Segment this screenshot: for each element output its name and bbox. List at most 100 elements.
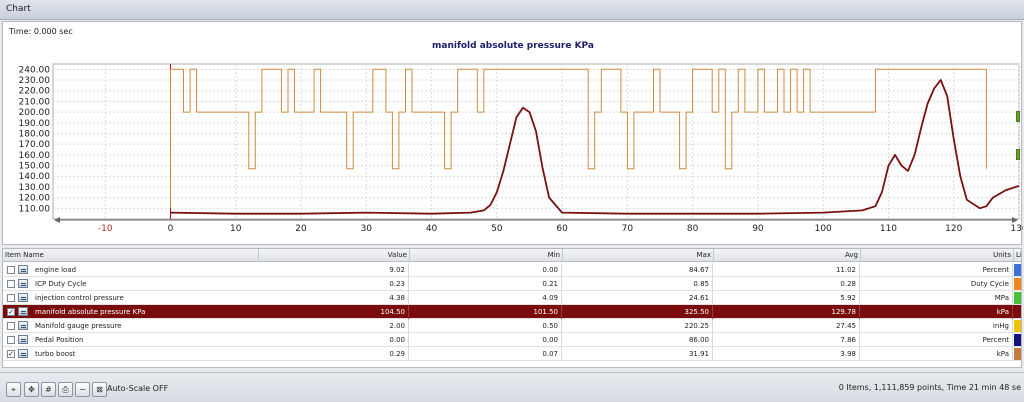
line-color-swatch[interactable] — [1014, 292, 1021, 304]
row-checkbox[interactable] — [7, 294, 15, 302]
item-avg: 11.02 — [714, 263, 860, 277]
item-min: 4.09 — [410, 291, 562, 305]
cursor-tool-icon[interactable]: ⌖ — [6, 382, 21, 397]
item-icon — [18, 335, 28, 344]
item-units: Duty Cycle — [861, 277, 1013, 291]
x-tick-label: 90 — [752, 224, 764, 234]
header-item-name[interactable]: Item Name — [3, 249, 259, 262]
window-title-bar: Chart — [0, 0, 1024, 20]
item-avg: 5.92 — [714, 291, 860, 305]
item-min: 0.07 — [410, 347, 562, 361]
line-color-swatch[interactable] — [1014, 320, 1021, 332]
x-tick-label: 40 — [426, 224, 438, 234]
item-value: 104.50 — [259, 305, 409, 319]
row-checkbox[interactable] — [7, 336, 15, 344]
x-tick-label: 80 — [687, 224, 699, 234]
item-avg: 129.78 — [714, 305, 860, 319]
item-icon — [18, 265, 28, 274]
window-title: Chart — [6, 4, 31, 14]
grid-tool-icon[interactable]: # — [41, 382, 56, 397]
line-color-swatch[interactable] — [1014, 348, 1021, 360]
item-icon — [18, 279, 28, 288]
item-icon — [18, 349, 28, 358]
item-name: ICP Duty Cycle — [35, 280, 87, 288]
y-tick-label: 190.00 — [19, 119, 51, 129]
line-color-swatch[interactable] — [1014, 306, 1021, 318]
header-min[interactable]: Min — [410, 249, 563, 262]
row-checkbox[interactable] — [7, 280, 15, 288]
item-avg: 7.86 — [714, 333, 860, 347]
item-value: 9.02 — [259, 263, 409, 277]
table-row[interactable]: injection control pressure 4.38 4.09 24.… — [3, 291, 1021, 305]
table-row[interactable]: Manifold gauge pressure 2.00 0.50 220.25… — [3, 319, 1021, 333]
item-name: engine load — [35, 266, 77, 274]
y-tick-label: 170.00 — [19, 140, 51, 150]
header-units[interactable]: Units — [861, 249, 1014, 262]
x-tick-label: 0 — [168, 224, 174, 234]
x-tick-label: 50 — [491, 224, 503, 234]
item-icon — [18, 293, 28, 302]
pan-tool-icon[interactable]: ✥ — [24, 382, 39, 397]
plot-area — [52, 63, 1020, 220]
autoscale-icon[interactable]: ⊠ — [92, 382, 107, 397]
print-icon[interactable]: ⎙ — [58, 382, 73, 397]
item-max: 220.25 — [563, 319, 713, 333]
status-text: 0 Items, 1,111,859 points, Time 21 min 4… — [838, 383, 1021, 392]
minus-icon[interactable]: − — [75, 382, 90, 397]
table-row[interactable]: engine load 9.02 0.00 84.67 11.02 Percen… — [3, 263, 1021, 277]
item-min: 0.50 — [410, 319, 562, 333]
y-tick-label: 220.00 — [19, 87, 51, 97]
item-icon — [18, 321, 28, 330]
x-tick-label: 10 — [230, 224, 242, 234]
line-color-swatch[interactable] — [1014, 334, 1021, 346]
item-max: 84.67 — [563, 263, 713, 277]
header-value[interactable]: Value — [259, 249, 410, 262]
y-tick-label: 160.00 — [19, 151, 51, 161]
table-row[interactable]: ✓ turbo boost 0.29 0.07 31.91 3.98 kPa — [3, 347, 1021, 361]
chart-panel: Time: 0.000 sec manifold absolute pressu… — [2, 21, 1023, 246]
item-value: 0.29 — [259, 347, 409, 361]
line-color-swatch[interactable] — [1014, 278, 1021, 290]
table-row[interactable]: ICP Duty Cycle 0.23 0.21 0.85 0.28 Duty … — [3, 277, 1021, 291]
x-tick-label: 120 — [945, 224, 962, 234]
chart-plot[interactable]: 110.00120.00130.00140.00150.00160.00170.… — [3, 22, 1023, 246]
item-avg: 27.45 — [714, 319, 860, 333]
header-max[interactable]: Max — [563, 249, 714, 262]
right-axis-marker-lower — [1016, 149, 1020, 160]
item-min: 0.21 — [410, 277, 562, 291]
item-name: turbo boost — [35, 350, 76, 358]
row-checkbox[interactable] — [7, 266, 15, 274]
y-tick-label: 230.00 — [19, 76, 51, 86]
item-max: 0.85 — [563, 277, 713, 291]
x-tick-label: 110 — [880, 224, 897, 234]
table-row[interactable]: Pedal Position 0.00 0.00 86.00 7.86 Perc… — [3, 333, 1021, 347]
x-tick-label: 30 — [361, 224, 373, 234]
data-grid: Item Name Value Min Max Avg Units Line e… — [2, 248, 1022, 368]
item-avg: 0.28 — [714, 277, 860, 291]
x-tick-label: 20 — [295, 224, 307, 234]
row-checkbox[interactable] — [7, 322, 15, 330]
item-name: Manifold gauge pressure — [35, 322, 122, 330]
y-tick-label: 110.00 — [19, 204, 51, 214]
row-checkbox[interactable]: ✓ — [7, 350, 15, 358]
item-value: 2.00 — [259, 319, 409, 333]
line-color-swatch[interactable] — [1014, 264, 1021, 276]
bottom-toolbar: ⌖ ✥ # ⎙ − ⊠ Auto-Scale OFF 0 Items, 1,11… — [0, 372, 1024, 402]
item-units: MPa — [861, 291, 1013, 305]
right-axis-marker-upper — [1016, 111, 1020, 122]
header-avg[interactable]: Avg — [714, 249, 861, 262]
item-units: kPa — [861, 347, 1013, 361]
item-units: Percent — [861, 333, 1013, 347]
grid-header: Item Name Value Min Max Avg Units Line — [3, 249, 1021, 262]
table-row[interactable]: ✓ manifold absolute pressure KPa 104.50 … — [3, 305, 1021, 319]
y-tick-label: 180.00 — [19, 129, 51, 139]
y-tick-label: 200.00 — [19, 108, 51, 118]
item-units: Percent — [861, 263, 1013, 277]
item-avg: 3.98 — [714, 347, 860, 361]
item-name: injection control pressure — [35, 294, 124, 302]
header-line[interactable]: Line — [1014, 249, 1021, 262]
row-checkbox[interactable]: ✓ — [7, 308, 15, 316]
autoscale-label[interactable]: Auto-Scale OFF — [107, 384, 168, 393]
item-name: manifold absolute pressure KPa — [35, 308, 146, 316]
x-tick-label: 60 — [556, 224, 568, 234]
